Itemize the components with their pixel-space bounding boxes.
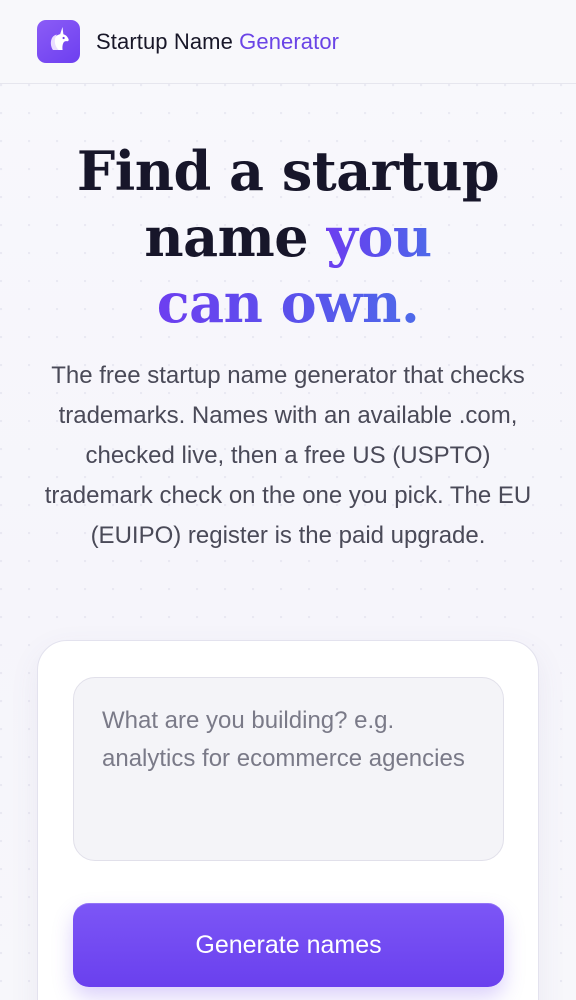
- hero-title-accent-you: you: [326, 205, 432, 269]
- generator-card: Generate names: [37, 640, 539, 1000]
- hero-title-line1: Find a startup: [76, 139, 500, 203]
- hero-title-accent-own: can own.: [156, 271, 420, 335]
- brand-logo[interactable]: [37, 20, 80, 63]
- idea-input[interactable]: [73, 677, 504, 861]
- brand-name-main: Startup Name: [96, 28, 233, 54]
- brand-name[interactable]: Startup Name Generator: [96, 29, 339, 55]
- top-bar: Startup Name Generator: [0, 0, 576, 84]
- unicorn-icon: [44, 24, 74, 59]
- hero-title-line2: name: [144, 205, 309, 269]
- brand-name-accent: Generator: [239, 28, 340, 54]
- hero-title: Find a startup name you can own.: [0, 138, 576, 336]
- hero-subtitle: The free startup name generator that che…: [44, 362, 532, 549]
- generate-names-button[interactable]: Generate names: [73, 903, 504, 987]
